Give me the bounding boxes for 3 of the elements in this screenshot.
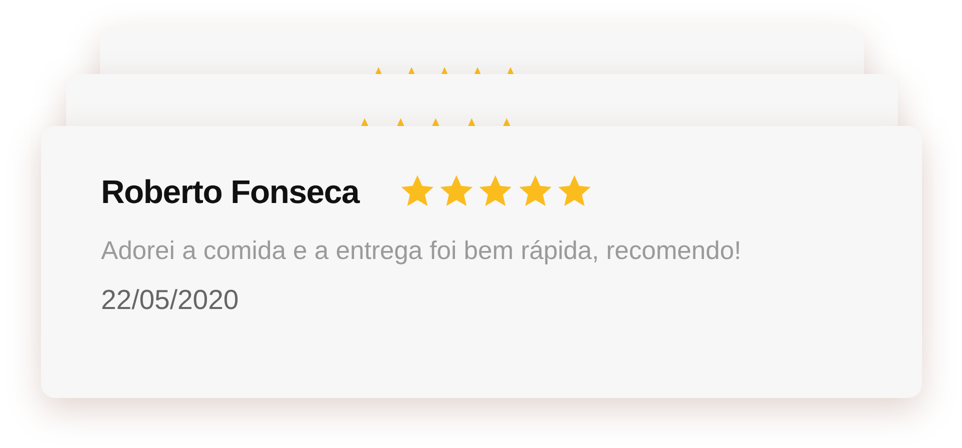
reviewer-name: Roberto Fonseca (101, 172, 360, 211)
review-text: Adorei a comida e a entrega foi bem rápida, recomendo! (101, 236, 742, 267)
review-date: 22/05/2020 (101, 284, 239, 316)
